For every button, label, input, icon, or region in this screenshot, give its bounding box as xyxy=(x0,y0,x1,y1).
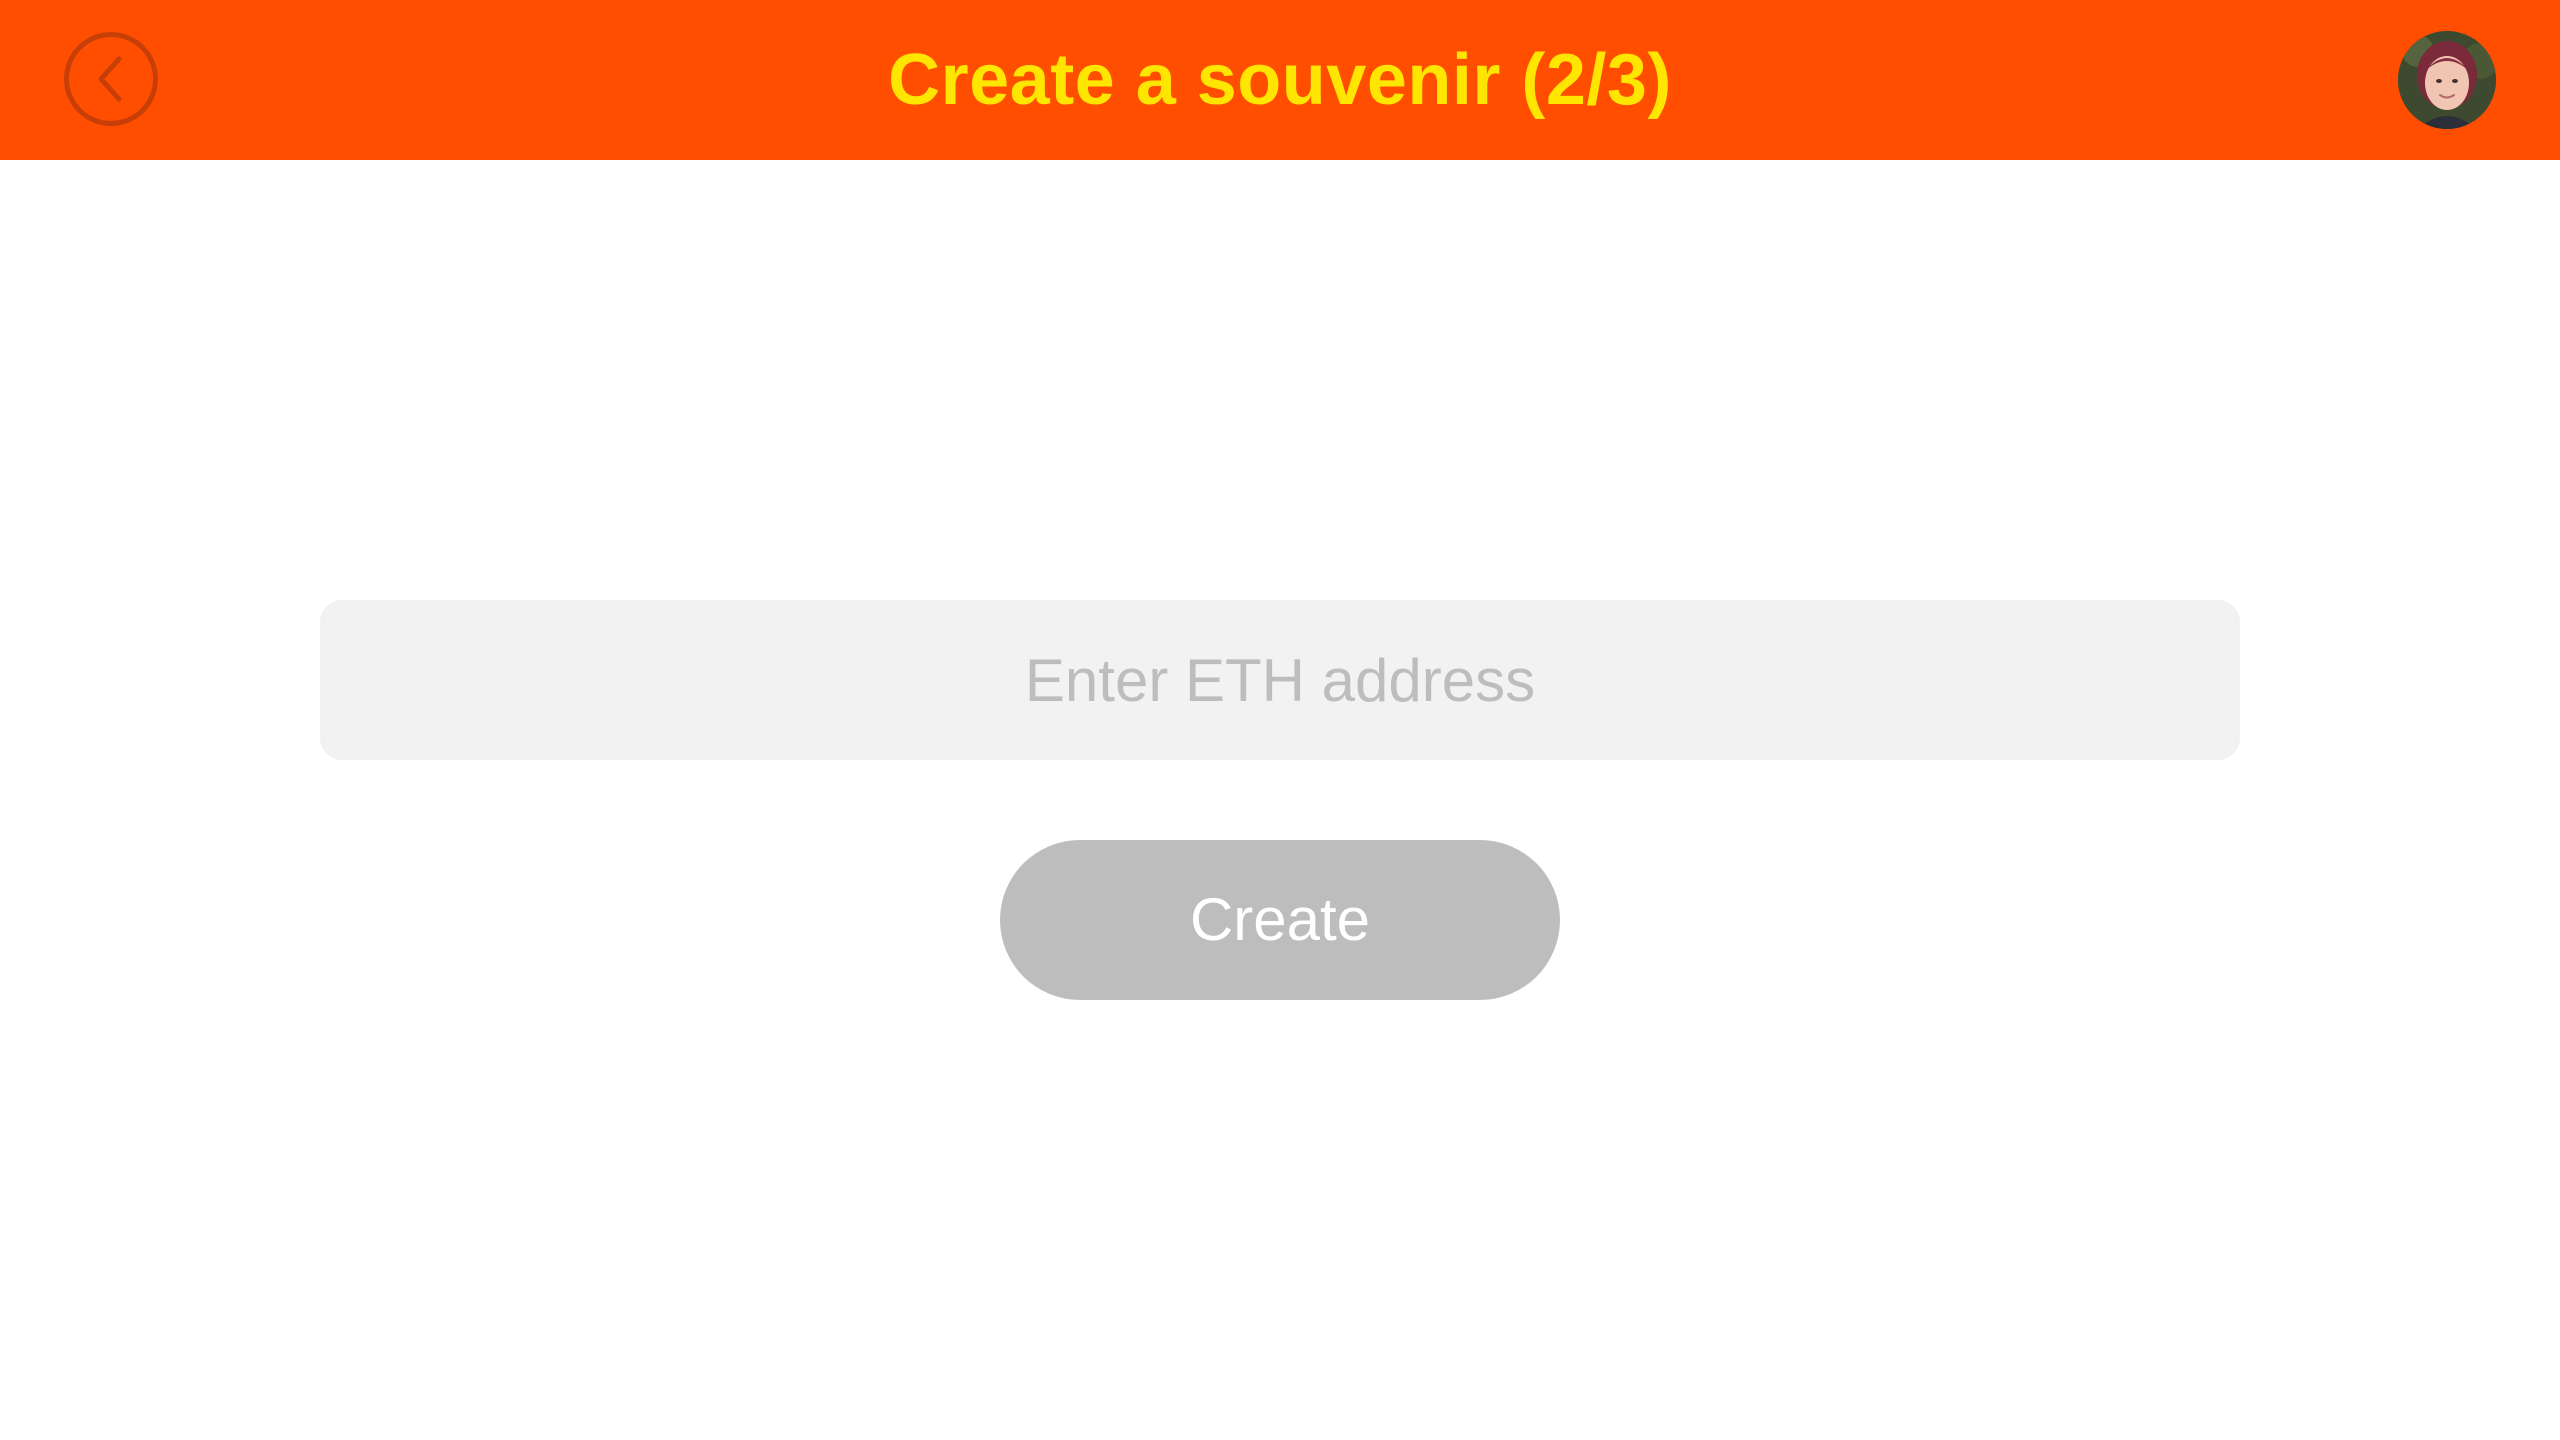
eth-address-input[interactable] xyxy=(320,600,2240,760)
eth-address-field[interactable] xyxy=(320,600,2240,760)
create-button[interactable]: Create xyxy=(1000,840,1560,1000)
avatar[interactable] xyxy=(2398,31,2496,129)
top-bar: Create a souvenir (2/3) xyxy=(0,0,2560,160)
page-title: Create a souvenir (2/3) xyxy=(888,40,1672,120)
